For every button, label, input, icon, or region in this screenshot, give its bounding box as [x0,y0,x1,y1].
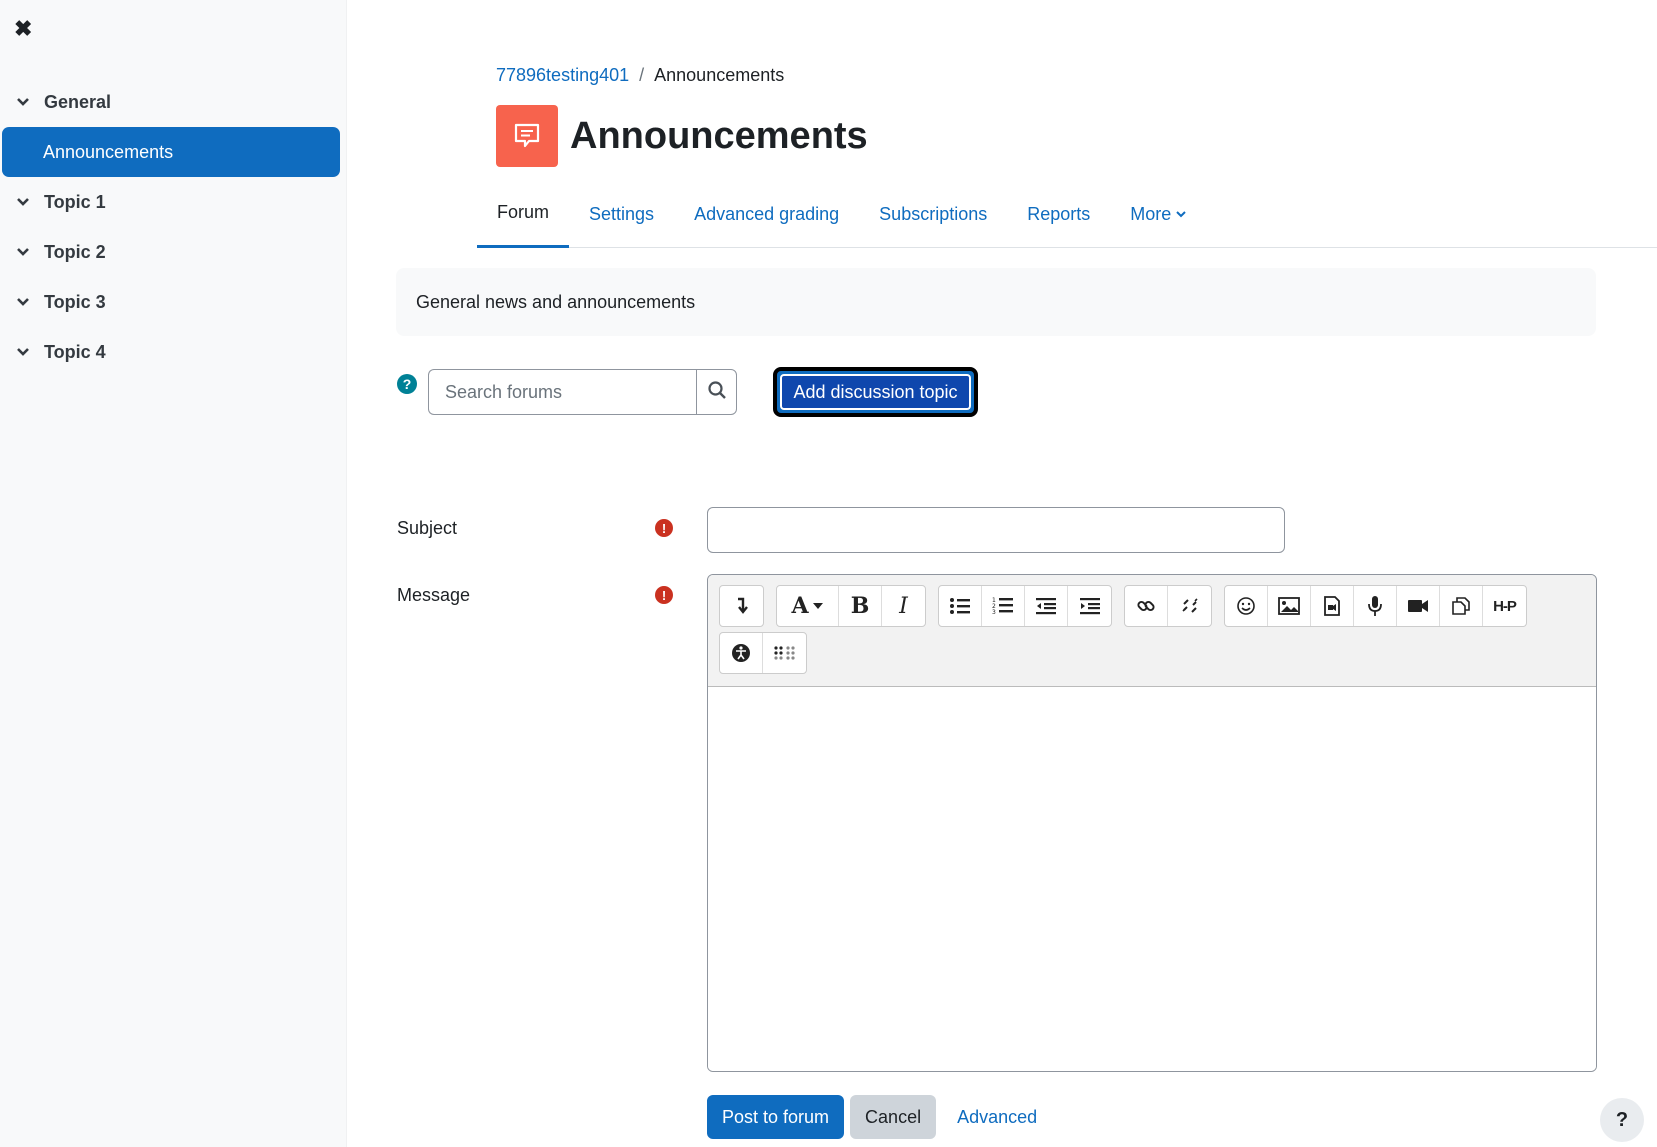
editor-toolbar: A B I 123 H-P [708,575,1596,687]
tab-advanced-grading[interactable]: Advanced grading [674,180,859,248]
forum-intro: General news and announcements [396,268,1596,336]
search-button[interactable] [696,369,737,415]
breadcrumb-course-link[interactable]: 77896testing401 [496,65,629,86]
chevron-down-icon[interactable] [16,345,30,359]
bold-icon[interactable]: B [839,586,882,626]
chevron-down-icon[interactable] [16,195,30,209]
tab-forum[interactable]: Forum [477,180,570,248]
unordered-list-icon[interactable] [939,586,982,626]
course-index-drawer: ✖ General Announcements Topic 1 Topic 2 … [0,0,347,1147]
record-video-icon[interactable] [1397,586,1440,626]
section-topic-2[interactable]: Topic 2 [0,227,347,277]
add-discussion-topic-button[interactable]: Add discussion topic [773,367,978,417]
link-icon[interactable] [1125,586,1168,626]
advanced-link[interactable]: Advanced [942,1095,1052,1139]
cancel-button[interactable]: Cancel [850,1095,937,1139]
ordered-list-icon[interactable]: 123 [982,586,1025,626]
show-more-icon[interactable] [720,586,763,626]
screenreader-helper-icon[interactable] [763,633,806,673]
indent-icon[interactable] [1068,586,1111,626]
message-editor: A B I 123 H-P [707,574,1597,1072]
section-label: Topic 1 [44,191,106,212]
record-audio-icon[interactable] [1354,586,1397,626]
page-title: Announcements [570,114,868,157]
breadcrumb: 77896testing401 / Announcements [496,65,784,86]
chevron-down-icon [1175,204,1187,225]
close-drawer-icon[interactable]: ✖ [14,16,34,42]
message-textarea[interactable] [708,687,1596,1071]
tab-reports[interactable]: Reports [1007,180,1110,248]
accessibility-checker-icon[interactable] [720,633,763,673]
image-icon[interactable] [1268,586,1311,626]
add-discussion-topic-label: Add discussion topic [780,374,971,410]
subject-label: Subject [397,518,458,538]
section-label: Topic 3 [44,291,106,312]
h5p-icon[interactable]: H-P [1483,586,1526,626]
font-style-icon[interactable]: A [777,586,839,626]
svg-text:3: 3 [992,609,996,616]
required-icon: ! [655,586,673,604]
emoji-icon[interactable] [1225,586,1268,626]
post-to-forum-button[interactable]: Post to forum [707,1095,845,1139]
search-forums-group [428,369,737,415]
section-topic-1[interactable]: Topic 1 [0,177,347,227]
chevron-down-icon[interactable] [16,95,30,109]
course-index: General Announcements Topic 1 Topic 2 To… [0,77,347,377]
secondary-navigation: Forum Settings Advanced grading Subscrip… [477,180,1657,248]
tab-subscriptions[interactable]: Subscriptions [859,180,1007,248]
forum-chat-icon [496,105,558,167]
chevron-down-icon[interactable] [16,295,30,309]
media-icon[interactable] [1311,586,1354,626]
search-icon [707,380,727,405]
tab-more-label: More [1130,203,1172,224]
footer-help-icon[interactable]: ? [1600,1098,1644,1142]
message-label: Message [397,585,471,605]
breadcrumb-current: Announcements [654,65,785,85]
manage-files-icon[interactable] [1440,586,1483,626]
subject-input[interactable] [707,507,1285,553]
page-header: Announcements [496,105,868,167]
section-label: Topic 2 [44,241,106,262]
section-label: General [44,91,112,112]
course-index-item-announcements[interactable]: Announcements [2,127,340,177]
section-topic-3[interactable]: Topic 3 [0,277,347,327]
tab-settings[interactable]: Settings [569,180,674,248]
section-topic-4[interactable]: Topic 4 [0,327,347,377]
required-icon: ! [655,519,673,537]
chevron-down-icon[interactable] [16,245,30,259]
breadcrumb-separator: / [639,65,645,85]
tab-more[interactable]: More [1110,180,1207,248]
form-actions: Post to forum Cancel Advanced [707,1095,1052,1139]
italic-icon[interactable]: I [882,586,925,626]
question-help-icon[interactable]: ? [397,374,417,394]
search-input[interactable] [428,369,696,415]
outdent-icon[interactable] [1025,586,1068,626]
section-label: Topic 4 [44,341,106,362]
section-general[interactable]: General [0,77,347,127]
unlink-icon[interactable] [1168,586,1211,626]
